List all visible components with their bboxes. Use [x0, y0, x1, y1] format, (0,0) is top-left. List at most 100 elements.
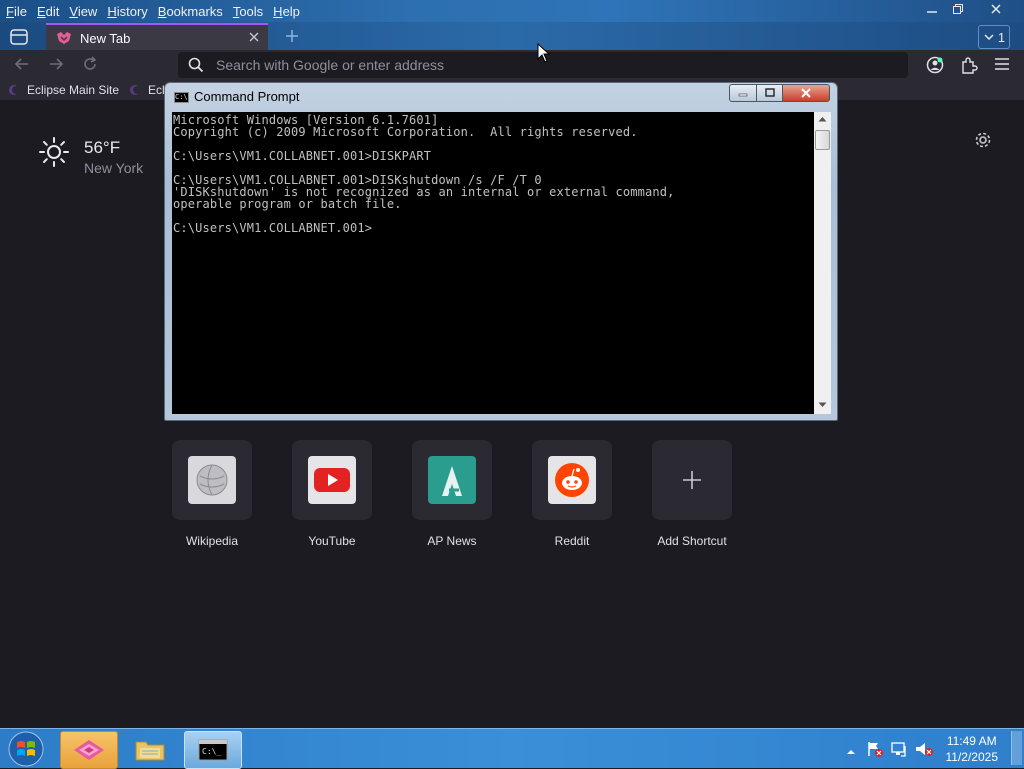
add-shortcut-button[interactable]: Add Shortcut	[652, 440, 732, 548]
taskbar-command-prompt[interactable]: C:\_	[184, 731, 242, 769]
extensions-button[interactable]	[960, 56, 978, 79]
svg-text:C:\_: C:\_	[202, 747, 221, 756]
scroll-down-icon	[818, 402, 827, 407]
menu-tools[interactable]: Tools	[233, 4, 263, 19]
personalize-button[interactable]	[974, 131, 992, 154]
window-minimize-button[interactable]	[918, 0, 946, 18]
reload-icon	[84, 56, 97, 70]
cmd-console[interactable]: Microsoft Windows [Version 6.1.7601] Cop…	[172, 112, 814, 414]
volume-tray[interactable]	[914, 740, 934, 763]
window-close-button[interactable]	[982, 0, 1010, 18]
account-button[interactable]	[926, 56, 944, 79]
new-tab-button[interactable]	[284, 28, 300, 49]
maximize-icon	[764, 88, 775, 97]
show-desktop-button[interactable]	[1011, 731, 1022, 765]
menu-bookmarks[interactable]: Bookmarks	[158, 4, 223, 19]
bookmark-eclipse-main-site[interactable]: Eclipse Main Site	[8, 83, 119, 97]
shortcut-label: Wikipedia	[185, 534, 239, 548]
menu-help[interactable]: Help	[273, 4, 300, 19]
close-icon	[249, 32, 259, 42]
shortcut-youtube[interactable]: YouTube	[292, 440, 372, 548]
weather-city: New York	[84, 160, 144, 176]
app-menu-button[interactable]	[994, 56, 1010, 77]
shortcut-label: Reddit	[554, 534, 590, 548]
menu-file[interactable]: File	[6, 4, 27, 19]
menu-history[interactable]: History	[107, 4, 147, 19]
taskbar: C:\_ 11:49 AM 11/2/2025	[0, 728, 1024, 769]
account-icon	[926, 56, 944, 74]
network-tray[interactable]	[890, 740, 908, 763]
shortcut-label: Add Shortcut	[657, 534, 727, 548]
close-icon	[991, 4, 1001, 14]
weather-temperature: 56°F	[84, 138, 121, 157]
cmd-maximize-button[interactable]	[756, 84, 783, 102]
tab-count: 1	[997, 29, 1006, 45]
shortcut-reddit[interactable]: Reddit	[532, 440, 612, 548]
reload-button[interactable]	[82, 56, 98, 77]
cmd-scrollbar[interactable]	[814, 112, 831, 414]
cmd-app-icon: C:\	[174, 92, 189, 103]
cmd-output: Microsoft Windows [Version 6.1.7601] Cop…	[173, 113, 675, 235]
menu-edit[interactable]: Edit	[37, 4, 59, 19]
arrow-left-icon	[14, 58, 28, 70]
cmd-scroll-thumb[interactable]	[815, 130, 830, 150]
window-restore-button[interactable]	[944, 0, 972, 18]
tab-title: New Tab	[80, 30, 131, 46]
cmd-window-title: Command Prompt	[194, 89, 300, 104]
network-icon	[891, 742, 906, 757]
chevron-up-icon	[847, 750, 855, 754]
shortcut-ap-news[interactable]: AP News	[412, 440, 492, 548]
close-icon	[801, 88, 811, 98]
volume-muted-icon	[916, 743, 933, 756]
search-icon	[188, 57, 204, 73]
clock-time: 11:49 AM	[946, 734, 997, 748]
shortcut-label: AP News	[427, 534, 477, 548]
scroll-up-icon	[818, 117, 827, 122]
hamburger-menu-icon	[995, 58, 1009, 70]
taskbar-clock[interactable]: 11:49 AM 11/2/2025	[946, 733, 999, 765]
shortcut-wikipedia[interactable]: Wikipedia	[172, 440, 252, 548]
bookmark-eclipse-2[interactable]: Ecli	[129, 83, 167, 97]
navigation-bar: Search with Google or enter address	[0, 50, 1024, 80]
start-button[interactable]	[6, 730, 46, 768]
plus-icon	[683, 471, 701, 489]
command-prompt-window[interactable]: C:\ Command Prompt Microsoft Windows [Ve…	[164, 82, 838, 421]
flag-error-icon	[868, 742, 883, 757]
shortcut-tile	[652, 440, 732, 520]
tab-list-button[interactable]: 1	[978, 25, 1010, 49]
reddit-icon	[548, 456, 596, 504]
menu-bar: File Edit View History Bookmarks Tools H…	[0, 0, 1024, 22]
menu-view[interactable]: View	[69, 4, 97, 19]
eclipse-favicon-icon	[9, 85, 20, 95]
restore-icon	[953, 4, 963, 14]
cmd-icon: C:\_	[198, 739, 228, 761]
taskbar-firefox[interactable]	[60, 731, 118, 769]
tab-new-tab[interactable]: New Tab	[46, 23, 268, 51]
eclipse-favicon-icon	[130, 85, 142, 95]
minimize-icon	[927, 11, 937, 13]
action-center-tray[interactable]	[866, 740, 884, 763]
firefox-icon	[74, 740, 104, 760]
plus-icon	[286, 30, 298, 42]
show-hidden-icons-button[interactable]	[846, 743, 856, 761]
shortcut-tile	[532, 440, 612, 520]
back-button[interactable]	[14, 56, 30, 77]
firefox-view-button[interactable]	[8, 27, 30, 52]
cmd-close-button[interactable]	[782, 84, 830, 102]
folder-icon	[135, 741, 165, 761]
weather-widget[interactable]: 56°F New York	[38, 136, 143, 176]
shortcut-tile	[172, 440, 252, 520]
tab-close-button[interactable]	[248, 31, 260, 46]
tab-bar: New Tab 1	[0, 22, 1024, 52]
arrow-right-icon	[50, 58, 64, 70]
sun-icon	[39, 137, 69, 167]
taskbar-file-explorer[interactable]	[122, 731, 178, 767]
cmd-minimize-button[interactable]	[729, 84, 757, 102]
shortcut-tile	[412, 440, 492, 520]
shortcut-tile	[292, 440, 372, 520]
forward-button[interactable]	[48, 56, 64, 77]
mouse-pointer-icon	[537, 43, 551, 63]
apnews-icon	[428, 456, 476, 504]
gear-icon	[975, 132, 991, 148]
url-bar-placeholder: Search with Google or enter address	[216, 57, 445, 73]
